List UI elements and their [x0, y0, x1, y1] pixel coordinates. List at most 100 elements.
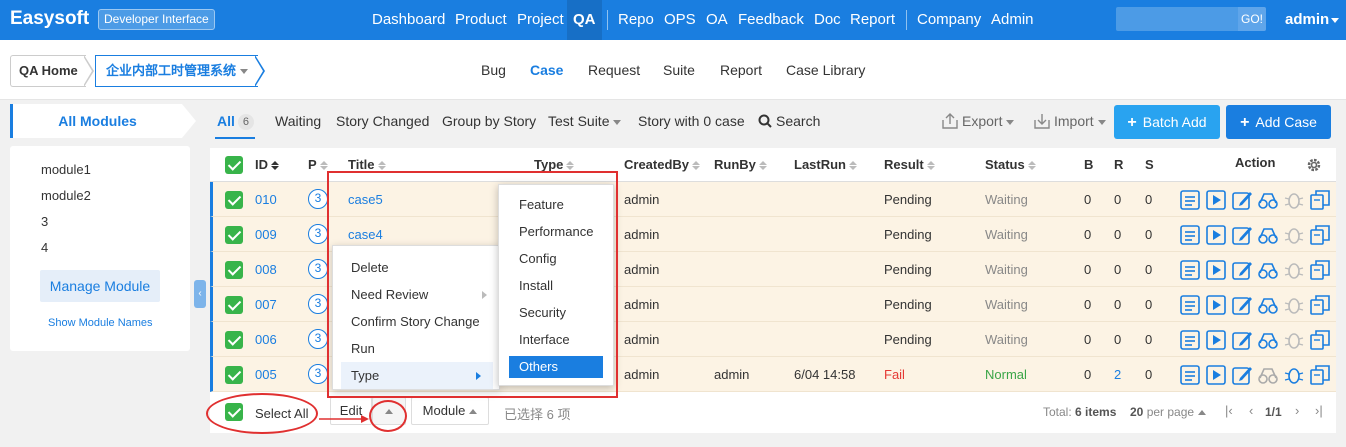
bug-icon[interactable]	[1283, 259, 1305, 281]
results-icon[interactable]	[1257, 224, 1279, 246]
run-icon[interactable]	[1205, 364, 1227, 386]
module-item[interactable]: 4	[41, 240, 48, 255]
nav-feedback[interactable]: Feedback	[738, 11, 804, 28]
view-icon[interactable]	[1179, 329, 1201, 351]
view-icon[interactable]	[1179, 294, 1201, 316]
subnav-request[interactable]: Request	[588, 62, 640, 78]
result-count[interactable]: 2	[1114, 367, 1121, 382]
per-page-select[interactable]: 20 per page	[1130, 405, 1207, 419]
collapse-sidebar-icon[interactable]: ‹	[194, 280, 206, 308]
view-icon[interactable]	[1179, 364, 1201, 386]
nav-product[interactable]: Product	[455, 11, 507, 28]
import-button[interactable]: Import	[1033, 113, 1106, 129]
results-icon[interactable]	[1257, 259, 1279, 281]
prev-page-icon[interactable]: ‹	[1249, 403, 1253, 418]
results-icon[interactable]	[1257, 189, 1279, 211]
nav-dashboard[interactable]: Dashboard	[372, 11, 445, 28]
edit-icon[interactable]	[1231, 294, 1253, 316]
col-type[interactable]: Type	[534, 157, 575, 172]
results-icon[interactable]	[1257, 294, 1279, 316]
run-icon[interactable]	[1205, 329, 1227, 351]
edit-icon[interactable]	[1231, 259, 1253, 281]
bug-icon[interactable]	[1283, 224, 1305, 246]
brand-logo[interactable]: Easysoft	[10, 8, 89, 30]
breadcrumb-home[interactable]: QA Home	[10, 55, 86, 87]
nav-repo[interactable]: Repo	[618, 11, 654, 28]
show-module-names-link[interactable]: Show Module Names	[48, 317, 153, 329]
manage-module-button[interactable]: Manage Module	[40, 270, 160, 302]
gear-icon[interactable]	[1306, 157, 1322, 173]
bug-icon[interactable]	[1283, 189, 1305, 211]
edit-icon[interactable]	[1231, 364, 1253, 386]
subnav-case[interactable]: Case	[530, 62, 563, 78]
col-run-by[interactable]: RunBy	[714, 157, 767, 172]
search-toggle[interactable]: Search	[758, 113, 820, 129]
case-id[interactable]: 008	[255, 262, 277, 277]
copy-icon[interactable]	[1309, 329, 1331, 351]
case-id[interactable]: 009	[255, 227, 277, 242]
subnav-case-library[interactable]: Case Library	[786, 62, 865, 78]
run-icon[interactable]	[1205, 189, 1227, 211]
add-case-button[interactable]: + Add Case	[1226, 105, 1331, 139]
copy-icon[interactable]	[1309, 259, 1331, 281]
subnav-report[interactable]: Report	[720, 62, 762, 78]
nav-qa[interactable]: QA	[567, 0, 602, 40]
module-item[interactable]: module2	[41, 188, 91, 203]
copy-icon[interactable]	[1309, 224, 1331, 246]
row-checkbox[interactable]	[225, 261, 243, 279]
nav-ops[interactable]: OPS	[664, 11, 696, 28]
copy-icon[interactable]	[1309, 364, 1331, 386]
batch-add-button[interactable]: + Batch Add	[1114, 105, 1220, 139]
filter-group-by-story[interactable]: Group by Story	[442, 113, 536, 129]
edit-icon[interactable]	[1231, 224, 1253, 246]
case-id[interactable]: 010	[255, 192, 277, 207]
filter-test-suite[interactable]: Test Suite	[548, 113, 622, 129]
case-id[interactable]: 006	[255, 332, 277, 347]
col-result[interactable]: Result	[884, 157, 935, 172]
bug-icon[interactable]	[1283, 329, 1305, 351]
filter-story-zero-case[interactable]: Story with 0 case	[638, 113, 745, 129]
run-icon[interactable]	[1205, 259, 1227, 281]
run-icon[interactable]	[1205, 294, 1227, 316]
row-checkbox[interactable]	[225, 226, 243, 244]
results-icon[interactable]	[1257, 329, 1279, 351]
module-item[interactable]: 3	[41, 214, 48, 229]
view-icon[interactable]	[1179, 259, 1201, 281]
col-id[interactable]: ID	[255, 157, 279, 172]
copy-icon[interactable]	[1309, 189, 1331, 211]
view-icon[interactable]	[1179, 224, 1201, 246]
export-button[interactable]: Export	[941, 113, 1015, 129]
edit-icon[interactable]	[1231, 189, 1253, 211]
row-checkbox[interactable]	[225, 366, 243, 384]
last-page-icon[interactable]: ›|	[1315, 403, 1323, 418]
run-icon[interactable]	[1205, 224, 1227, 246]
search-go-button[interactable]: GO!	[1238, 7, 1266, 31]
filter-waiting[interactable]: Waiting	[275, 113, 321, 129]
batch-module-button[interactable]: Module	[411, 397, 489, 425]
col-created-by[interactable]: CreatedBy	[624, 157, 701, 172]
col-last-run[interactable]: LastRun	[794, 157, 857, 172]
edit-icon[interactable]	[1231, 329, 1253, 351]
col-priority[interactable]: P	[308, 157, 328, 172]
row-checkbox[interactable]	[225, 191, 243, 209]
case-id[interactable]: 007	[255, 297, 277, 312]
copy-icon[interactable]	[1309, 294, 1331, 316]
nav-company[interactable]: Company	[917, 11, 981, 28]
col-title[interactable]: Title	[348, 157, 386, 172]
user-menu[interactable]: admin	[1285, 11, 1340, 28]
col-status[interactable]: Status	[985, 157, 1036, 172]
subnav-bug[interactable]: Bug	[481, 62, 506, 78]
next-page-icon[interactable]: ›	[1295, 403, 1299, 418]
view-icon[interactable]	[1179, 189, 1201, 211]
results-icon[interactable]	[1257, 364, 1279, 386]
first-page-icon[interactable]: |‹	[1225, 403, 1233, 418]
nav-doc[interactable]: Doc	[814, 11, 841, 28]
bug-icon[interactable]	[1283, 364, 1305, 386]
module-item[interactable]: module1	[41, 162, 91, 177]
all-modules-header[interactable]: All Modules	[10, 104, 182, 138]
nav-oa[interactable]: OA	[706, 11, 728, 28]
header-checkbox[interactable]	[225, 156, 243, 174]
subnav-suite[interactable]: Suite	[663, 62, 695, 78]
filter-all[interactable]: All 6	[217, 113, 254, 130]
nav-project[interactable]: Project	[517, 11, 564, 28]
